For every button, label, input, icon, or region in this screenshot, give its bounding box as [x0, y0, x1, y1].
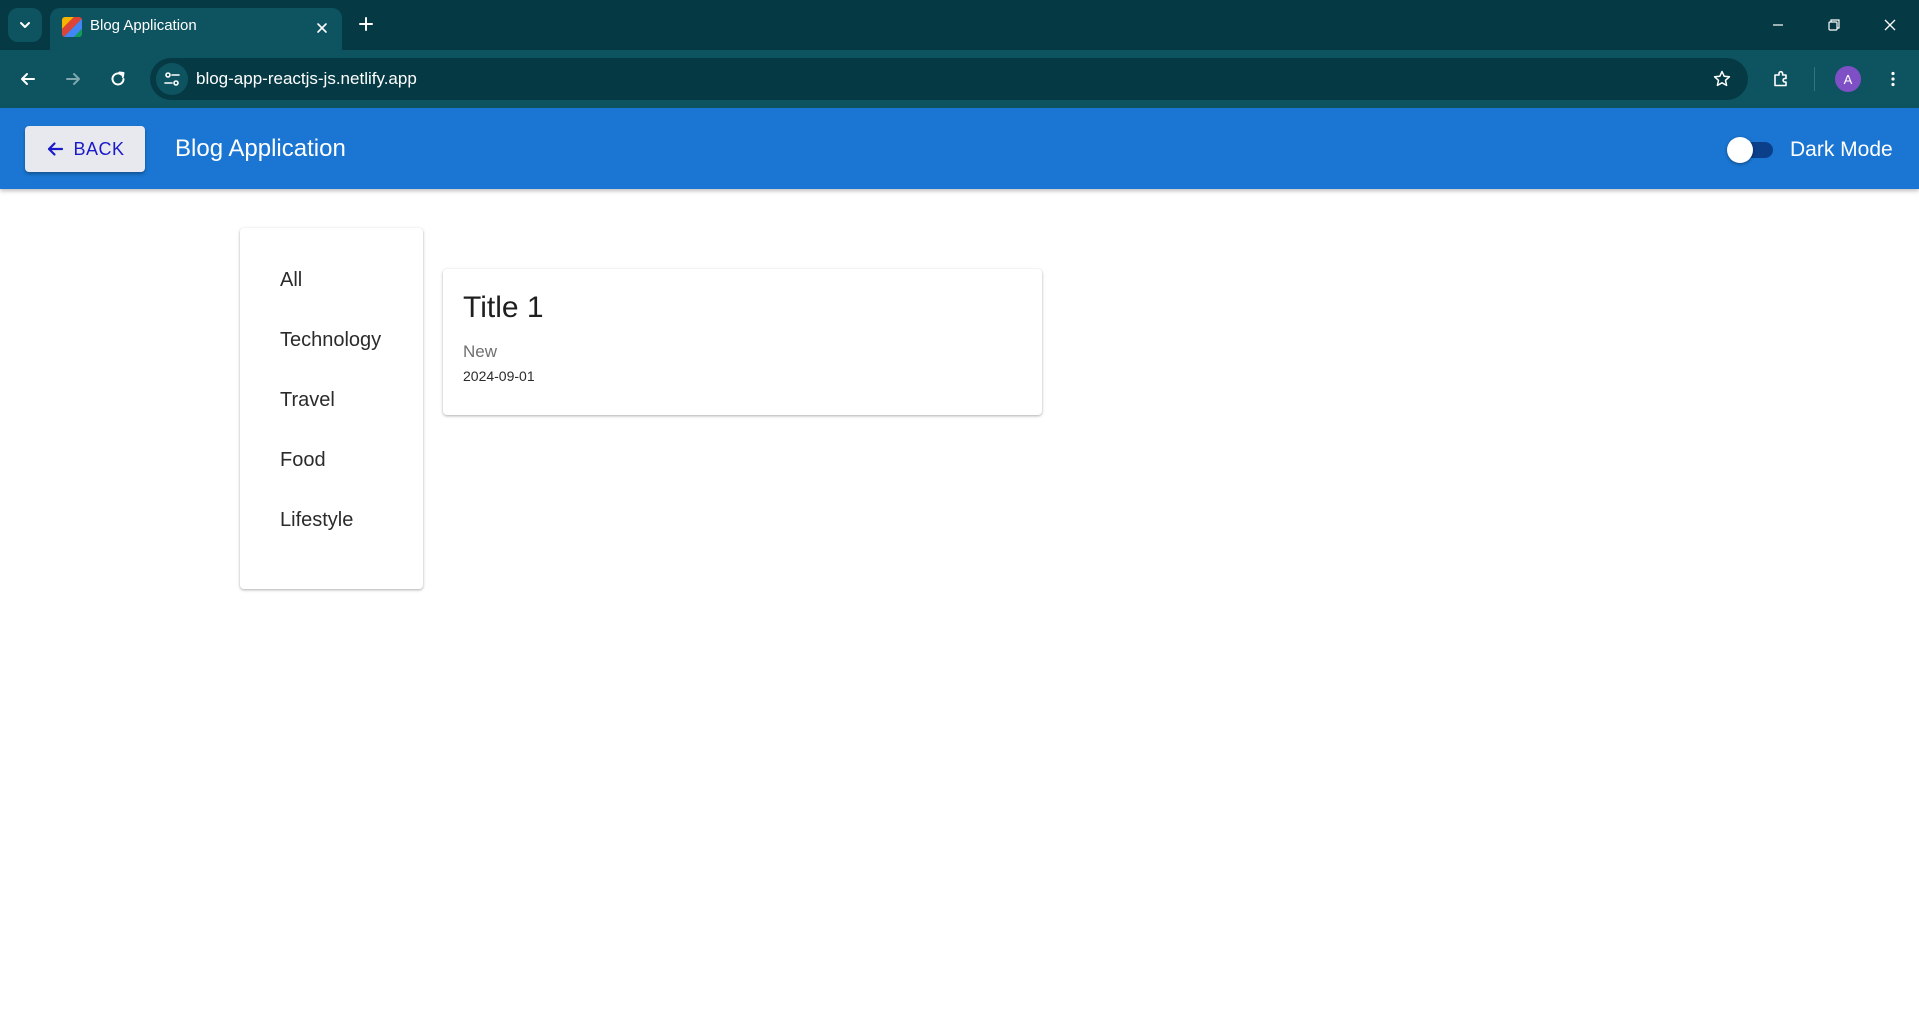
page-title: Blog Application	[175, 135, 346, 162]
favicon-icon	[62, 17, 82, 37]
reload-button[interactable]	[102, 63, 134, 95]
post-title: Title 1	[463, 291, 544, 324]
address-bar[interactable]: blog-app-reactjs-js.netlify.app	[150, 58, 1748, 100]
category-sidebar: All Technology Travel Food Lifestyle	[240, 228, 423, 589]
toggle-thumb	[1727, 137, 1753, 163]
minimize-button[interactable]	[1750, 0, 1806, 50]
extensions-button[interactable]	[1765, 63, 1797, 95]
arrow-right-icon	[66, 73, 80, 85]
back-button-label: BACK	[73, 138, 125, 159]
tab-close-button[interactable]	[310, 16, 334, 40]
category-item-technology[interactable]: Technology	[240, 328, 423, 388]
browser-tab-active[interactable]: Blog Application	[50, 8, 342, 50]
more-vertical-icon	[1891, 71, 1895, 87]
category-item-all[interactable]: All	[240, 268, 423, 328]
chevron-down-icon	[20, 22, 30, 28]
back-button[interactable]: BACK	[25, 126, 145, 172]
plus-icon	[359, 17, 373, 31]
forward-nav-button[interactable]	[57, 63, 89, 95]
post-date: 2024-09-01	[463, 368, 535, 384]
category-item-travel[interactable]: Travel	[240, 388, 423, 448]
star-icon	[1713, 70, 1731, 87]
dark-mode-label: Dark Mode	[1790, 138, 1893, 161]
tune-icon	[164, 72, 180, 86]
close-icon	[1884, 19, 1896, 31]
tab-title: Blog Application	[90, 17, 197, 34]
category-item-lifestyle[interactable]: Lifestyle	[240, 508, 423, 568]
post-card[interactable]: Title 1 New 2024-09-01	[443, 269, 1042, 415]
toolbar-divider	[1814, 67, 1815, 91]
bookmark-button[interactable]	[1706, 63, 1738, 95]
browser-toolbar: blog-app-reactjs-js.netlify.app A	[0, 50, 1919, 108]
dark-mode-toggle[interactable]	[1727, 137, 1777, 163]
puzzle-icon	[1774, 70, 1787, 87]
profile-avatar[interactable]: A	[1835, 66, 1861, 92]
restore-icon	[1828, 19, 1840, 31]
category-item-food[interactable]: Food	[240, 448, 423, 508]
restore-button[interactable]	[1806, 0, 1862, 50]
arrow-left-icon	[48, 142, 64, 156]
arrow-left-icon	[21, 73, 35, 85]
minimize-icon	[1773, 24, 1783, 26]
close-icon	[317, 23, 327, 33]
url-text[interactable]: blog-app-reactjs-js.netlify.app	[196, 69, 417, 89]
browser-menu-button[interactable]	[1877, 63, 1909, 95]
reload-icon	[111, 71, 125, 86]
back-nav-button[interactable]	[12, 63, 44, 95]
window-close-button[interactable]	[1862, 0, 1918, 50]
browser-tabstrip: Blog Application	[0, 0, 1919, 50]
tab-search-button[interactable]	[8, 8, 42, 42]
app-header: BACK Blog Application Dark Mode	[0, 108, 1919, 189]
new-tab-button[interactable]	[351, 9, 381, 39]
site-info-button[interactable]	[156, 63, 188, 95]
post-tag: New	[463, 342, 498, 361]
